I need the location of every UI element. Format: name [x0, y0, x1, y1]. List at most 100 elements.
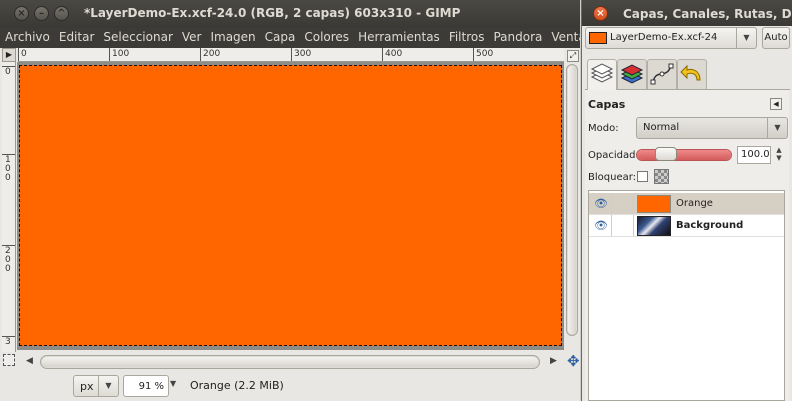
- opacity-slider[interactable]: [636, 149, 732, 161]
- screen: × – ^ *LayerDemo-Ex.xcf-24.0 (RGB, 2 cap…: [0, 0, 792, 401]
- navigate-icon[interactable]: ✥: [567, 354, 580, 369]
- unit-value: px: [80, 380, 94, 393]
- ruler-label: 500: [476, 49, 494, 59]
- image-selector-value: LayerDemo-Ex.xcf-24: [610, 32, 718, 43]
- menu-pandora[interactable]: Pandora: [488, 28, 546, 44]
- window-title: *LayerDemo-Ex.xcf-24.0 (RGB, 2 capas) 60…: [84, 6, 461, 20]
- tab-layers[interactable]: [587, 59, 617, 90]
- mode-select[interactable]: Normal ▼: [636, 117, 788, 139]
- chevron-down-icon: ▼: [98, 376, 118, 396]
- chevron-down-icon: ▼: [767, 118, 787, 138]
- layers-dock-window: × Capas, Canales, Rutas, De LayerDemo-Ex…: [581, 0, 792, 401]
- ruler-tick: [18, 48, 19, 61]
- close-window-button[interactable]: ×: [14, 6, 29, 21]
- lock-alpha-icon[interactable]: [654, 169, 669, 184]
- chevron-down-icon: ▼: [736, 28, 756, 48]
- visibility-eye-icon[interactable]: 👁: [594, 197, 608, 210]
- chain-toggle[interactable]: [611, 215, 634, 236]
- tab-paths[interactable]: [647, 59, 677, 89]
- dock-tabs: [585, 58, 790, 90]
- menu-capa[interactable]: Capa: [260, 28, 300, 44]
- opacity-label: Opacidad:: [588, 150, 639, 161]
- ruler-label: 200: [5, 246, 11, 274]
- channels-icon: [620, 64, 644, 84]
- ruler-label: 0: [21, 49, 27, 59]
- ruler-label: 300: [294, 49, 312, 59]
- dock-titlebar: × Capas, Canales, Rutas, De: [582, 0, 792, 26]
- scroll-right-arrow-icon[interactable]: ▶: [550, 356, 557, 366]
- menu-herramientas[interactable]: Herramientas: [353, 28, 444, 44]
- zoom-field[interactable]: 91 %: [123, 375, 169, 397]
- menu-imagen[interactable]: Imagen: [205, 28, 259, 44]
- opacity-slider-fill: [637, 150, 731, 160]
- dock-title: Capas, Canales, Rutas, De: [623, 7, 792, 21]
- mode-value: Normal: [643, 122, 680, 133]
- mode-label: Modo:: [588, 123, 619, 134]
- menu-editar[interactable]: Editar: [54, 28, 99, 44]
- undo-icon: [680, 64, 701, 81]
- layer-row-orange[interactable]: 👁 Orange: [589, 193, 784, 215]
- ruler-label: 100: [5, 155, 11, 183]
- menu-seleccionar[interactable]: Seleccionar: [98, 28, 176, 44]
- minimize-window-button[interactable]: –: [34, 6, 49, 21]
- layer-name[interactable]: Orange: [676, 198, 713, 209]
- tab-channels[interactable]: [617, 59, 647, 89]
- zoom-dropdown-icon[interactable]: ▼: [170, 379, 176, 388]
- panel-title: Capas: [588, 98, 626, 111]
- lock-pixels-checkbox[interactable]: [637, 171, 648, 182]
- spin-arrows-icon[interactable]: ▲ ▼: [773, 146, 785, 164]
- menu-ver[interactable]: Ver: [177, 28, 206, 44]
- chain-toggle[interactable]: [611, 193, 634, 214]
- layer-row-background[interactable]: 👁 Background: [589, 215, 784, 237]
- menu-archivo[interactable]: Archivo: [0, 28, 54, 44]
- layer-list: 👁 Orange 👁 Background: [588, 190, 785, 401]
- image-swatch-icon: [589, 32, 607, 44]
- zoom-fit-button[interactable]: ⤢: [567, 50, 579, 62]
- ruler-corner-menu-button[interactable]: ▶: [2, 48, 16, 62]
- visibility-eye-icon[interactable]: 👁: [594, 219, 608, 232]
- horizontal-scrollbar-thumb[interactable]: [42, 357, 538, 367]
- ruler-label: 0: [5, 67, 11, 77]
- ruler-label: 100: [112, 49, 130, 59]
- ruler-tick: [109, 48, 110, 61]
- opacity-spinbox[interactable]: 100.0: [737, 146, 771, 164]
- horizontal-scroll-area: ◀ ▶: [18, 354, 564, 370]
- ruler-tick: [200, 48, 201, 61]
- layers-panel: Capas ◀ Modo: Normal ▼ Opacidad: 100.0 ▲…: [585, 90, 789, 401]
- quick-mask-toggle[interactable]: [3, 354, 15, 366]
- layer-thumbnail: [637, 216, 671, 236]
- horizontal-ruler[interactable]: 0 100 200 300 400 500: [18, 48, 564, 62]
- vertical-ruler[interactable]: 0 100 200 3: [2, 62, 16, 352]
- unit-selector[interactable]: px ▼: [73, 375, 119, 397]
- image-window: × – ^ *LayerDemo-Ex.xcf-24.0 (RGB, 2 cap…: [0, 0, 607, 401]
- opacity-slider-handle[interactable]: [655, 147, 677, 161]
- ruler-tick: [291, 48, 292, 61]
- menubar: Archivo Editar Seleccionar Ver Imagen Capa Col…: [0, 28, 607, 48]
- image-window-titlebar: × – ^ *LayerDemo-Ex.xcf-24.0 (RGB, 2 cap…: [0, 0, 580, 28]
- image-selector[interactable]: LayerDemo-Ex.xcf-24 ▼: [585, 27, 757, 49]
- ruler-tick: [382, 48, 383, 61]
- paths-icon: [650, 63, 674, 85]
- menu-colores[interactable]: Colores: [299, 28, 353, 44]
- ruler-label: 3: [5, 337, 11, 347]
- auto-button[interactable]: Auto: [762, 27, 790, 49]
- lock-label: Bloquear:: [588, 172, 637, 183]
- layers-icon: [590, 63, 614, 83]
- status-text: Orange (2.2 MiB): [190, 379, 284, 392]
- layer-thumbnail: [637, 195, 671, 213]
- menu-filtros[interactable]: Filtros: [444, 28, 489, 44]
- statusbar: px ▼ 91 % ▼ Orange (2.2 MiB): [0, 372, 580, 401]
- canvas-area[interactable]: [17, 62, 564, 350]
- panel-menu-button[interactable]: ◀: [770, 98, 782, 110]
- horizontal-scrollbar[interactable]: [40, 355, 540, 369]
- scroll-left-arrow-icon[interactable]: ◀: [26, 356, 33, 366]
- tab-undo-history[interactable]: [677, 59, 707, 89]
- image-canvas[interactable]: [19, 65, 562, 346]
- layer-name[interactable]: Background: [676, 220, 743, 231]
- ruler-label: 400: [385, 49, 403, 59]
- vertical-scrollbar-thumb[interactable]: [568, 66, 576, 334]
- ruler-label: 200: [203, 49, 221, 59]
- close-dock-button[interactable]: ×: [593, 6, 608, 21]
- vertical-scrollbar[interactable]: [566, 64, 578, 336]
- maximize-window-button[interactable]: ^: [54, 6, 69, 21]
